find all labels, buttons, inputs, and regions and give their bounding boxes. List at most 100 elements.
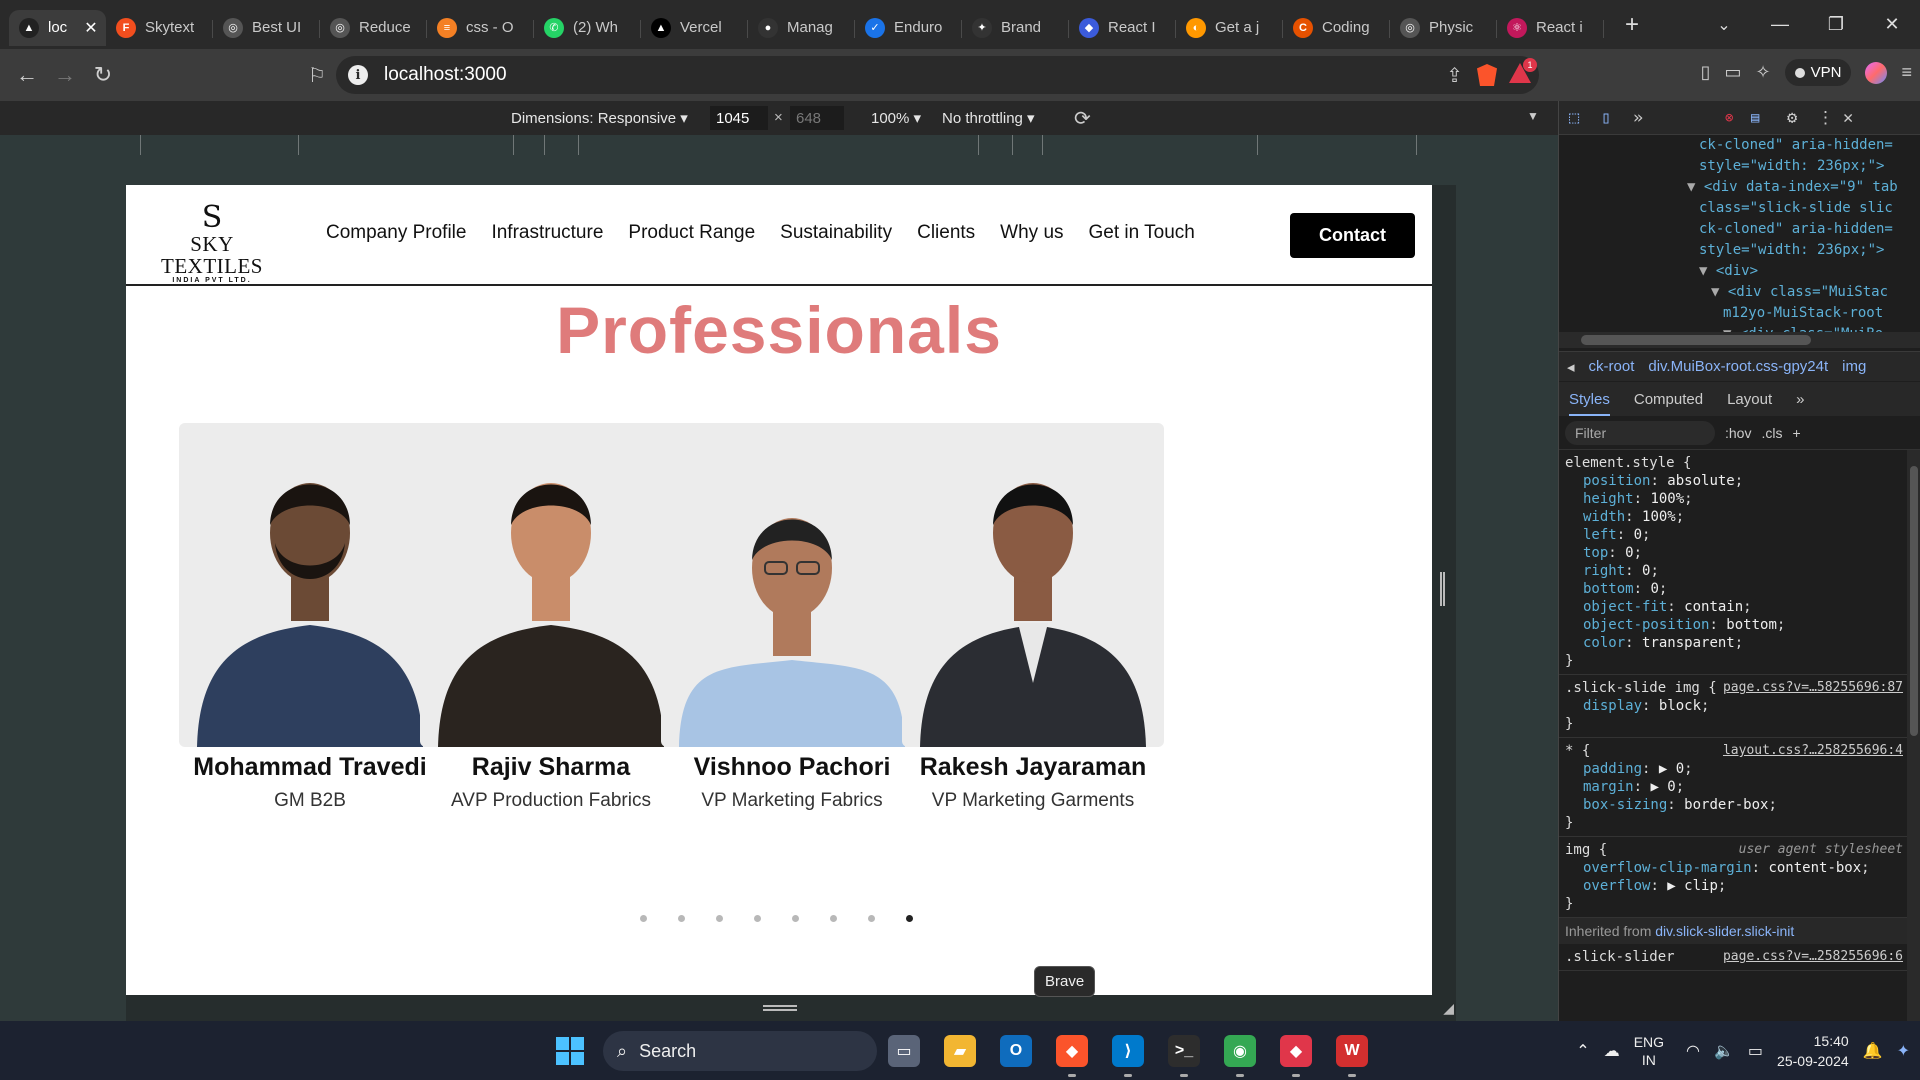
carousel-dot[interactable] [754, 915, 761, 922]
inspect-element-icon[interactable]: ⬚ [1569, 108, 1579, 128]
carousel-dot[interactable] [792, 915, 799, 922]
browser-tab[interactable]: ≡ css - O [427, 10, 534, 46]
media-query-bar[interactable] [0, 135, 1558, 159]
profile-avatar[interactable] [1865, 61, 1888, 84]
professional-card[interactable]: Vishnoo Pachori VP Marketing Fabrics [661, 423, 923, 812]
breadcrumb-item[interactable]: ck-root [1589, 358, 1635, 375]
taskbar-task-view-icon[interactable]: ▭ [888, 1035, 920, 1067]
throttling-dropdown[interactable]: No throttling ▾ [942, 109, 1035, 127]
url-input[interactable]: i localhost:3000 ⇪ 1 [336, 56, 1539, 94]
leo-ai-icon[interactable]: ✧ [1756, 62, 1771, 83]
issues-icon[interactable]: ▤ [1751, 110, 1759, 126]
browser-tab[interactable]: ✓ Enduro [855, 10, 962, 46]
filter-tool-button[interactable]: :hov [1725, 425, 1751, 441]
dom-node[interactable]: style="width: 236px;"> [1559, 156, 1920, 177]
contact-button[interactable]: Contact [1290, 213, 1415, 258]
menu-icon[interactable]: ≡ [1901, 62, 1912, 83]
volume-icon[interactable]: 🔈 [1714, 1041, 1734, 1061]
devtools-menu-icon[interactable]: ⋮ [1817, 108, 1834, 128]
show-hidden-icons-chevron-icon[interactable]: ⌃ [1576, 1041, 1589, 1061]
dom-node[interactable]: m12yo-MuiStack-root [1559, 303, 1920, 324]
dom-node[interactable]: class="slick-slide slic [1559, 198, 1920, 219]
browser-tab[interactable]: ◐ Get a j [1176, 10, 1283, 46]
browser-tab[interactable]: ● Manag [748, 10, 855, 46]
viewport-height-input[interactable]: 648 [790, 106, 844, 130]
styles-filter-input[interactable]: Filter [1565, 420, 1715, 445]
nav-link[interactable]: Sustainability [780, 222, 892, 244]
brave-shields-icon[interactable] [1477, 64, 1497, 86]
styles-scrollbar[interactable] [1907, 450, 1920, 1021]
dom-node[interactable]: ck-cloned" aria-hidden= [1559, 219, 1920, 240]
inherited-element-link[interactable]: div.slick-slider.slick-init [1655, 923, 1794, 939]
wallet-icon[interactable]: ▭ [1725, 62, 1742, 83]
css-source-link[interactable]: page.css?v=…258255696:6 [1723, 948, 1903, 966]
minimize-button[interactable]: — [1752, 14, 1808, 35]
css-selector[interactable]: element.style { [1565, 454, 1901, 472]
carousel-dot[interactable] [830, 915, 837, 922]
browser-tab[interactable]: F Skytext [106, 10, 213, 46]
dom-node[interactable]: ▼ <div class="MuiStac [1559, 282, 1920, 303]
taskbar-brave-beta-icon[interactable]: ◆ [1280, 1035, 1312, 1077]
viewport-resize-handle[interactable] [1440, 572, 1445, 606]
settings-gear-icon[interactable]: ⚙ [1787, 108, 1797, 128]
browser-tab[interactable]: ▲ Vercel [641, 10, 748, 46]
back-button[interactable]: ← [8, 62, 46, 88]
maximize-button[interactable]: ❐ [1808, 14, 1864, 35]
share-icon[interactable]: ⇪ [1446, 63, 1463, 88]
more-panels-icon[interactable]: » [1633, 108, 1643, 128]
height-resize-grip[interactable] [763, 1005, 797, 1011]
css-declaration[interactable]: box-sizing: border-box; [1565, 796, 1901, 814]
browser-tab[interactable]: ◆ React I [1069, 10, 1176, 46]
taskbar-search[interactable]: ⌕ Search [603, 1031, 877, 1071]
zoom-dropdown[interactable]: 100% ▾ [871, 109, 921, 127]
nav-link[interactable]: Clients [917, 222, 975, 244]
reload-button[interactable]: ↻ [84, 62, 122, 88]
close-window-button[interactable]: ✕ [1864, 14, 1920, 35]
site-info-icon[interactable]: i [348, 65, 368, 85]
css-declaration[interactable]: height: 100%; [1565, 490, 1901, 508]
carousel-dot[interactable] [678, 915, 685, 922]
close-devtools-icon[interactable]: ✕ [1843, 108, 1853, 128]
styles-subtab[interactable]: Computed [1634, 391, 1703, 408]
new-tab-button[interactable]: + [1618, 11, 1646, 39]
css-declaration[interactable]: right: 0; [1565, 562, 1901, 580]
browser-tab[interactable]: C Coding [1283, 10, 1390, 46]
dom-tree[interactable]: ck-cloned" aria-hidden= style="width: 236… [1559, 135, 1920, 341]
dom-node[interactable]: ▼ <div> [1559, 261, 1920, 282]
browser-tab[interactable]: ✦ Brand [962, 10, 1069, 46]
corner-resize-icon[interactable]: ◢ [1443, 1000, 1454, 1017]
dom-arrow-icon[interactable]: ▼ [1687, 179, 1704, 195]
css-declaration[interactable]: object-fit: contain; [1565, 598, 1901, 616]
dom-arrow-icon[interactable]: ▼ [1699, 263, 1716, 279]
css-declaration[interactable]: margin: ▶ 0; [1565, 778, 1901, 796]
tab-search-chevron-icon[interactable]: ⌄ [1696, 15, 1752, 35]
css-declaration[interactable]: display: block; [1565, 697, 1901, 715]
tab-close-icon[interactable]: ✕ [84, 18, 97, 38]
taskbar-brave-icon[interactable]: ◆ [1056, 1035, 1088, 1077]
sidebar-icon[interactable]: ▯ [1701, 62, 1711, 83]
dimensions-dropdown[interactable]: Dimensions: Responsive ▾ [511, 109, 688, 127]
copilot-icon[interactable]: ✦ [1897, 1041, 1910, 1061]
css-declaration[interactable]: color: transparent; [1565, 634, 1901, 652]
carousel-dot[interactable] [640, 915, 647, 922]
dom-node[interactable]: style="width: 236px;"> [1559, 240, 1920, 261]
error-icon[interactable]: ⊗ [1725, 110, 1733, 126]
rotate-icon[interactable]: ⟳ [1074, 106, 1091, 131]
dom-node[interactable]: ▼ <div data-index="9" tab [1559, 177, 1920, 198]
clock[interactable]: 15:40 25-09-2024 [1777, 1031, 1849, 1071]
professional-card[interactable]: Mohammad Travedi GM B2B [179, 423, 441, 812]
css-declaration[interactable]: position: absolute; [1565, 472, 1901, 490]
browser-tab[interactable]: ▲ loc ✕ [9, 9, 106, 46]
browser-tab[interactable]: ◎ Best UI [213, 10, 320, 46]
nav-link[interactable]: Infrastructure [491, 222, 603, 244]
browser-tab[interactable]: ◎ Reduce [320, 10, 427, 46]
css-source-link[interactable]: user agent stylesheet [1739, 841, 1903, 859]
dom-node[interactable]: ck-cloned" aria-hidden= [1559, 135, 1920, 156]
css-declaration[interactable]: bottom: 0; [1565, 580, 1901, 598]
taskbar-vscode-icon[interactable]: ⟩ [1112, 1035, 1144, 1077]
styles-subtab[interactable]: Layout [1727, 391, 1772, 408]
nav-link[interactable]: Company Profile [326, 222, 466, 244]
styles-subtab[interactable]: Styles [1569, 391, 1610, 416]
filter-tool-button[interactable]: + [1792, 425, 1800, 441]
language-indicator[interactable]: ENG IN [1634, 1033, 1664, 1069]
